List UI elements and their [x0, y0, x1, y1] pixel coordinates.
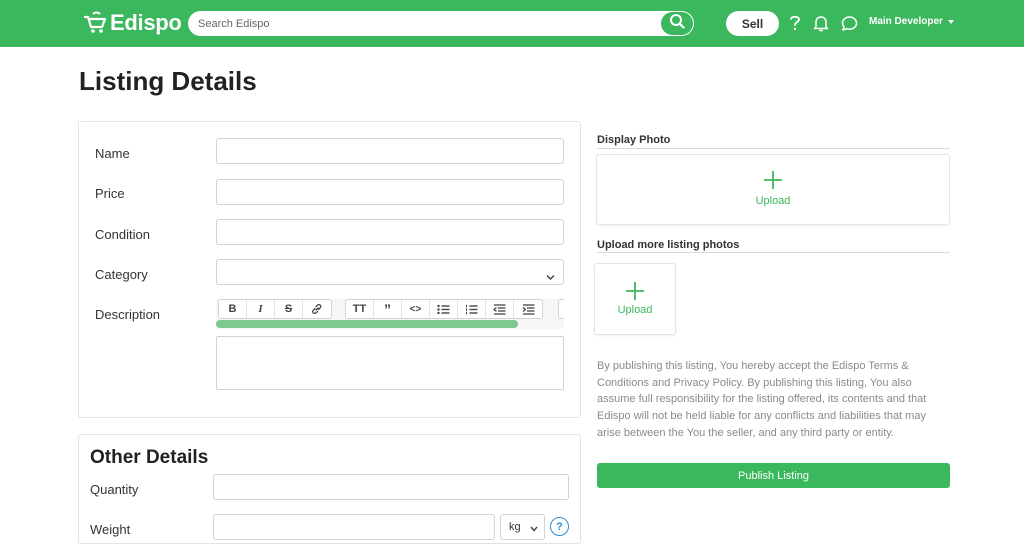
quote-icon[interactable]: ” — [374, 300, 402, 318]
name-label: Name — [95, 146, 130, 161]
chat-icon[interactable] — [840, 14, 858, 32]
price-label: Price — [95, 186, 125, 201]
more-photos-heading: Upload more listing photos — [597, 239, 740, 251]
block-group: TT ” <> — [345, 299, 543, 319]
condition-input[interactable] — [216, 219, 564, 245]
quantity-label: Quantity — [90, 482, 139, 497]
toolbar-scrollbar[interactable] — [216, 320, 518, 328]
divider — [597, 148, 950, 149]
description-editor[interactable] — [216, 336, 564, 390]
upload-label: Upload — [617, 304, 653, 316]
outdent-icon[interactable] — [486, 300, 514, 318]
page-title: Listing Details — [79, 66, 257, 96]
bell-icon[interactable] — [812, 14, 830, 32]
other-details-title: Other Details — [90, 447, 209, 468]
divider — [597, 252, 950, 253]
bullet-list-icon[interactable] — [430, 300, 458, 318]
plus-icon — [763, 167, 783, 195]
search-button[interactable] — [661, 12, 693, 35]
caret-down-icon — [947, 19, 954, 24]
strikethrough-icon[interactable]: S — [275, 300, 303, 318]
search-bar — [188, 11, 694, 36]
italic-icon[interactable]: I — [247, 300, 275, 318]
format-group: B I S — [218, 299, 332, 319]
display-photo-upload[interactable]: Upload — [596, 154, 950, 225]
help-icon[interactable] — [786, 14, 804, 32]
description-label: Description — [95, 307, 161, 322]
chevron-down-icon — [546, 268, 555, 286]
weight-unit-value: kg — [509, 521, 521, 533]
quantity-input[interactable] — [213, 474, 569, 500]
bold-icon[interactable]: B — [219, 300, 247, 318]
weight-input[interactable] — [213, 514, 495, 540]
category-select[interactable] — [216, 259, 564, 285]
weight-unit-select[interactable]: kg — [500, 514, 545, 540]
chevron-down-icon — [530, 523, 538, 535]
publish-listing-button[interactable]: Publish Listing — [597, 463, 950, 488]
numbered-list-icon[interactable] — [458, 300, 486, 318]
editor-toolbar: B I S TT ” <> — [216, 299, 564, 329]
category-label: Category — [95, 267, 148, 282]
terms-text: By publishing this listing, You hereby a… — [597, 360, 927, 439]
brand-logo[interactable]: Edispo — [82, 10, 182, 36]
heading-icon[interactable]: TT — [346, 300, 374, 318]
upload-label: Upload — [755, 195, 791, 207]
sell-button[interactable]: Sell — [726, 11, 779, 36]
user-name: Main Developer — [869, 16, 943, 27]
brand-name: Edispo — [110, 10, 182, 35]
name-input[interactable] — [216, 138, 564, 164]
weight-label: Weight — [90, 522, 131, 537]
weight-help-icon[interactable]: ? — [550, 517, 569, 536]
display-photo-heading: Display Photo — [597, 134, 671, 146]
top-navbar: Edispo Sell Main Developer — [0, 0, 1024, 47]
code-icon[interactable]: <> — [402, 300, 430, 318]
cart-logo-icon — [82, 10, 108, 36]
more-photos-upload[interactable]: Upload — [594, 263, 676, 335]
condition-label: Condition — [95, 227, 150, 242]
search-icon — [669, 13, 685, 34]
user-menu[interactable]: Main Developer — [869, 16, 954, 27]
link-icon[interactable] — [303, 300, 331, 318]
price-input[interactable] — [216, 179, 564, 205]
indent-icon[interactable] — [514, 300, 542, 318]
extra-group[interactable] — [558, 299, 564, 319]
search-input[interactable] — [198, 14, 658, 33]
plus-icon — [625, 278, 645, 306]
